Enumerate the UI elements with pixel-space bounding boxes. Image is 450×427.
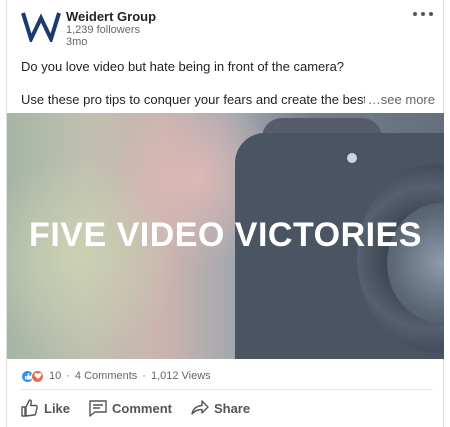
reaction-count[interactable]: 10 xyxy=(49,370,61,382)
post-text: Do you love video but hate being in fron… xyxy=(21,59,435,108)
feed-post-card: Weidert Group 1,239 followers 3mo Do you… xyxy=(6,0,444,427)
social-counts[interactable]: 10 · 4 Comments · 1,012 Views xyxy=(21,368,211,384)
comment-label: Comment xyxy=(112,400,172,416)
comment-count[interactable]: 4 Comments xyxy=(75,370,137,382)
post-header: Weidert Group 1,239 followers 3mo xyxy=(7,0,443,50)
like-button[interactable]: Like xyxy=(15,394,75,422)
post-text-line-1: Do you love video but hate being in fron… xyxy=(21,59,345,74)
follower-count: 1,239 followers xyxy=(66,24,140,36)
company-name[interactable]: Weidert Group xyxy=(66,9,156,24)
share-label: Share xyxy=(213,400,251,416)
action-bar: Like Comment Share xyxy=(15,394,263,422)
more-options-icon[interactable] xyxy=(413,8,433,20)
post-timestamp: 3mo xyxy=(66,36,88,48)
thumbs-up-icon xyxy=(21,399,38,417)
share-arrow-icon xyxy=(191,400,209,415)
divider xyxy=(21,389,433,390)
separator: · xyxy=(142,370,146,382)
company-logo[interactable] xyxy=(21,10,61,45)
post-text-line-2: Use these pro tips to conquer your fears… xyxy=(21,92,435,108)
share-button[interactable]: Share xyxy=(185,394,255,422)
see-more-link[interactable]: …see more xyxy=(364,92,435,108)
love-reaction-icon xyxy=(31,369,44,383)
separator: · xyxy=(66,370,70,382)
comment-icon xyxy=(89,400,107,417)
like-label: Like xyxy=(44,400,71,416)
image-title: FIVE VIDEO VICTORIES xyxy=(29,216,422,254)
post-image[interactable]: FIVE VIDEO VICTORIES xyxy=(7,113,444,359)
comment-button[interactable]: Comment xyxy=(83,394,177,422)
post-text-line-2-body: Use these pro tips to conquer your fears… xyxy=(21,92,371,107)
view-count: 1,012 Views xyxy=(150,370,211,382)
